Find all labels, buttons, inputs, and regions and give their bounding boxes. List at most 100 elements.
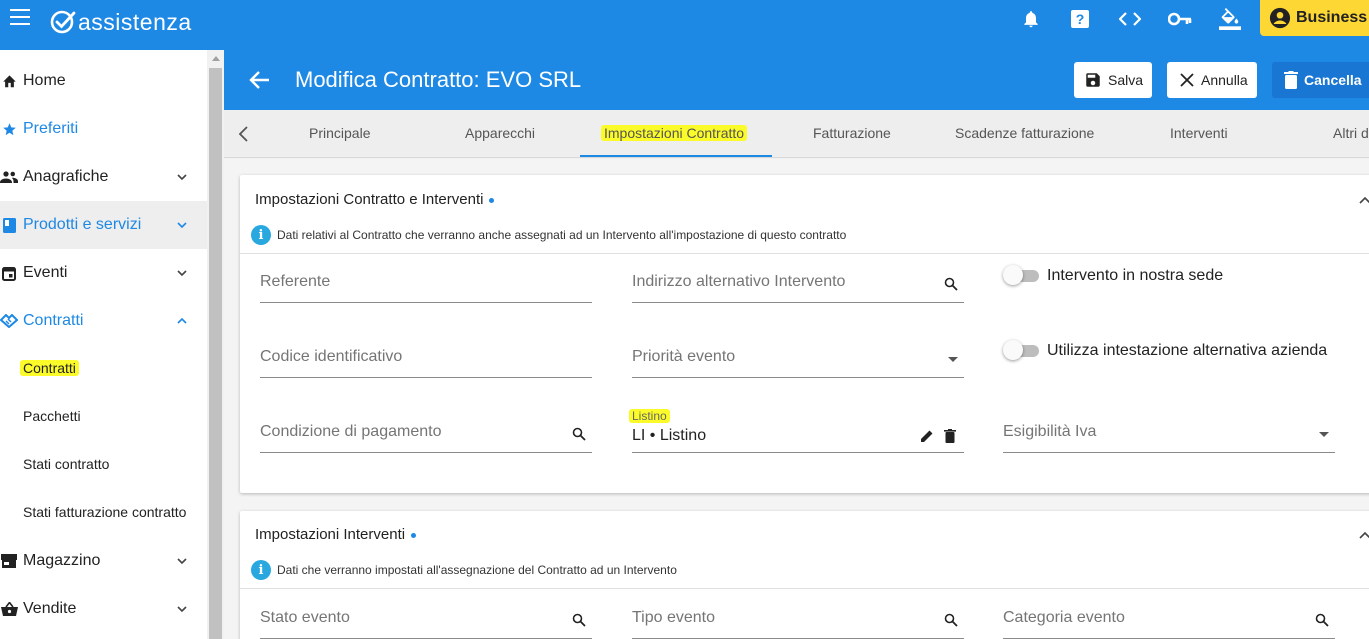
paint-bucket-icon[interactable] bbox=[1218, 7, 1242, 31]
section-title[interactable]: Impostazioni Contratto e Interventi bbox=[255, 191, 495, 208]
logo-check-icon bbox=[50, 10, 76, 34]
sidebar-item-anagrafiche[interactable]: Anagrafiche bbox=[0, 153, 207, 201]
book-icon bbox=[0, 216, 18, 234]
home-icon bbox=[0, 72, 18, 90]
sede-toggle-label: Intervento in nostra sede bbox=[1047, 267, 1224, 284]
info-icon: i bbox=[251, 225, 271, 245]
tab-label: Impostazioni Contratto bbox=[601, 125, 748, 141]
cancel-label: Annulla bbox=[1201, 72, 1248, 88]
referente-field[interactable]: Referente bbox=[260, 265, 592, 303]
search-icon[interactable] bbox=[944, 613, 958, 627]
delete-button[interactable]: Cancella bbox=[1272, 62, 1369, 98]
sidebar-subitem-stati-fatturazione[interactable]: Stati fatturazione contratto bbox=[0, 489, 207, 537]
key-icon[interactable] bbox=[1168, 7, 1192, 31]
sede-toggle[interactable] bbox=[1003, 265, 1039, 285]
sidebar-item-label: Magazzino bbox=[23, 552, 101, 569]
tab-interventi[interactable]: Interventi bbox=[1170, 125, 1228, 141]
account-icon bbox=[1269, 7, 1291, 29]
trash-icon[interactable] bbox=[943, 429, 957, 443]
save-button[interactable]: Salva bbox=[1074, 62, 1152, 98]
dropdown-arrow-icon bbox=[948, 357, 958, 362]
tab-altri[interactable]: Altri d bbox=[1333, 125, 1369, 141]
svg-text:?: ? bbox=[1076, 11, 1085, 27]
sidebar-item-vendite[interactable]: Vendite bbox=[0, 585, 207, 633]
divider bbox=[240, 588, 1369, 589]
back-arrow-icon[interactable] bbox=[249, 69, 271, 91]
condizione-pagamento-field[interactable]: Condizione di pagamento bbox=[260, 415, 592, 453]
brand-logo[interactable]: assistenza bbox=[50, 8, 192, 36]
priorita-evento-select[interactable]: Priorità evento bbox=[632, 340, 964, 378]
sidebar-scrollbar[interactable] bbox=[207, 50, 224, 639]
basket-icon bbox=[0, 600, 18, 618]
chevron-up-icon bbox=[177, 317, 187, 324]
chevron-up-icon[interactable] bbox=[1358, 195, 1369, 205]
sidebar-item-label: Prodotti e servizi bbox=[23, 216, 142, 233]
code-icon[interactable] bbox=[1118, 7, 1142, 31]
sidebar-subitem-stati-contratto[interactable]: Stati contratto bbox=[0, 441, 207, 489]
tab-apparecchi[interactable]: Apparecchi bbox=[465, 125, 535, 141]
help-icon[interactable]: ? bbox=[1068, 7, 1092, 31]
stato-evento-field[interactable]: Stato evento bbox=[260, 601, 592, 639]
search-icon[interactable] bbox=[572, 613, 586, 627]
people-icon bbox=[0, 168, 18, 186]
scroll-up-arrow-icon[interactable] bbox=[212, 56, 220, 61]
intestazione-toggle[interactable] bbox=[1003, 340, 1039, 360]
tab-principale[interactable]: Principale bbox=[309, 125, 370, 141]
page-title: Modifica Contratto: EVO SRL bbox=[295, 67, 582, 92]
tab-impostazioni-contratto[interactable]: Impostazioni Contratto bbox=[601, 125, 748, 141]
section-contratto-interventi: Impostazioni Contratto e Interventi i Da… bbox=[240, 175, 1369, 493]
sidebar-item-label: Eventi bbox=[23, 264, 68, 281]
field-placeholder: Stato evento bbox=[260, 609, 350, 626]
esigibilita-iva-select[interactable]: Esigibilità Iva bbox=[1003, 415, 1335, 453]
sidebar-item-prodotti[interactable]: Prodotti e servizi bbox=[0, 201, 207, 249]
business-button[interactable]: Business bbox=[1260, 0, 1369, 36]
sidebar-item-label: Vendite bbox=[23, 600, 77, 617]
cancel-button[interactable]: Annulla bbox=[1167, 62, 1257, 98]
star-icon bbox=[0, 120, 18, 138]
sidebar-item-home[interactable]: Home bbox=[0, 57, 207, 105]
field-placeholder: Tipo evento bbox=[632, 609, 716, 626]
field-placeholder: Esigibilità Iva bbox=[1003, 423, 1097, 440]
calendar-icon bbox=[0, 264, 18, 282]
tipo-evento-field[interactable]: Tipo evento bbox=[632, 601, 964, 639]
listino-field[interactable]: Listino LI • Listino bbox=[629, 409, 964, 453]
menu-icon[interactable] bbox=[10, 9, 30, 25]
categoria-evento-field[interactable]: Categoria evento bbox=[1003, 601, 1335, 639]
status-dot bbox=[411, 532, 417, 538]
dropdown-arrow-icon bbox=[1319, 432, 1329, 437]
field-placeholder: Priorità evento bbox=[632, 348, 736, 365]
sidebar-subitem-label: Stati contratto bbox=[23, 456, 110, 472]
sidebar-item-eventi[interactable]: Eventi bbox=[0, 249, 207, 297]
field-placeholder: Condizione di pagamento bbox=[260, 423, 442, 440]
tab-scroll-left-icon[interactable] bbox=[234, 124, 254, 144]
section-title[interactable]: Impostazioni Interventi bbox=[255, 526, 417, 543]
bell-icon[interactable] bbox=[1019, 7, 1043, 31]
scrollbar-thumb[interactable] bbox=[209, 68, 222, 639]
indirizzo-alternativo-field[interactable]: Indirizzo alternativo Intervento bbox=[632, 265, 964, 303]
sidebar-item-label: Anagrafiche bbox=[23, 168, 109, 185]
field-placeholder: Indirizzo alternativo Intervento bbox=[632, 273, 846, 290]
trash-icon bbox=[1284, 71, 1298, 89]
sidebar-item-contratti[interactable]: Contratti bbox=[0, 297, 207, 345]
chevron-down-icon bbox=[177, 174, 187, 181]
tab-scadenze-fatturazione[interactable]: Scadenze fatturazione bbox=[955, 125, 1094, 141]
sidebar-item-magazzino[interactable]: Magazzino bbox=[0, 537, 207, 585]
sidebar-subitem-label: Contratti bbox=[20, 360, 79, 376]
save-label: Salva bbox=[1108, 72, 1144, 88]
section-title-text: Impostazioni Interventi bbox=[255, 526, 406, 543]
chevron-down-icon bbox=[177, 270, 187, 277]
edit-icon[interactable] bbox=[920, 429, 934, 443]
close-icon bbox=[1180, 73, 1194, 87]
sidebar-subitem-contratti[interactable]: Contratti bbox=[0, 345, 207, 393]
sidebar-subitem-pacchetti[interactable]: Pacchetti bbox=[0, 393, 207, 441]
search-icon[interactable] bbox=[572, 427, 586, 441]
sidebar-subitem-label: Pacchetti bbox=[23, 408, 81, 424]
tab-fatturazione[interactable]: Fatturazione bbox=[813, 125, 891, 141]
sidebar-item-label: Contratti bbox=[23, 312, 84, 329]
search-icon[interactable] bbox=[1315, 613, 1329, 627]
chevron-up-icon[interactable] bbox=[1358, 530, 1369, 540]
tab-bar: Principale Apparecchi Impostazioni Contr… bbox=[224, 110, 1369, 158]
sidebar-item-preferiti[interactable]: Preferiti bbox=[0, 105, 207, 153]
codice-identificativo-field[interactable]: Codice identificativo bbox=[260, 340, 592, 378]
search-icon[interactable] bbox=[944, 277, 958, 291]
